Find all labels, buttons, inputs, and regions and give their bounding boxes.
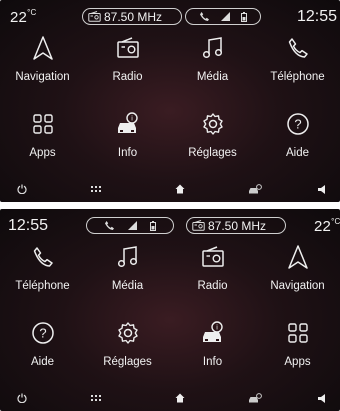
home-icon[interactable]	[168, 389, 192, 407]
outside-temperature: 22°C	[10, 8, 37, 26]
signal-strength-icon	[220, 12, 230, 21]
tile-telephone[interactable]: Téléphone	[0, 237, 85, 305]
app-menu-icon[interactable]	[84, 389, 108, 407]
vehicle-settings-icon[interactable]	[243, 389, 267, 407]
volume-icon[interactable]	[310, 180, 334, 198]
phone-icon	[287, 30, 309, 66]
tile-navigation[interactable]: Navigation	[255, 237, 340, 305]
multimedia-screen-top: 22°C 87.50 MHz 12:55 Navigation Radio Mé…	[0, 0, 340, 202]
battery-icon	[240, 11, 247, 22]
signal-strength-icon	[127, 221, 137, 230]
tile-apps[interactable]: Apps	[0, 104, 85, 172]
tile-navigation[interactable]: Navigation	[0, 28, 85, 96]
volume-icon[interactable]	[310, 389, 334, 407]
help-icon: ?	[31, 315, 55, 351]
multimedia-screen-bottom: 12:55 87.50 MHz 22°C Téléphone Média Rad…	[0, 209, 340, 411]
radio-icon	[116, 30, 140, 66]
phone-status-pill[interactable]	[86, 217, 174, 234]
home-icon[interactable]	[168, 180, 192, 198]
svg-text:?: ?	[294, 117, 301, 132]
svg-text:?: ?	[39, 326, 46, 341]
phone-handset-icon	[199, 11, 210, 22]
app-menu-icon[interactable]	[84, 180, 108, 198]
help-icon: ?	[286, 106, 310, 142]
radio-frequency: 87.50 MHz	[104, 9, 163, 24]
navigation-arrow-icon	[287, 239, 309, 275]
clock: 12:55	[8, 217, 49, 234]
power-icon[interactable]	[10, 180, 34, 198]
radio-frequency-pill[interactable]: 87.50 MHz	[82, 8, 182, 25]
radio-icon	[201, 239, 225, 275]
apps-grid-icon	[32, 106, 54, 142]
tile-media[interactable]: Média	[85, 237, 170, 305]
tile-radio[interactable]: Radio	[85, 28, 170, 96]
power-icon[interactable]	[10, 389, 34, 407]
outside-temperature: 22°C	[314, 217, 340, 235]
music-note-icon	[117, 239, 139, 275]
phone-handset-icon	[104, 220, 115, 231]
tile-aide[interactable]: ? Aide	[255, 104, 340, 172]
car-info-icon: i	[200, 315, 226, 351]
music-note-icon	[202, 30, 224, 66]
app-grid: Navigation Radio Média Téléphone Apps i …	[0, 28, 340, 168]
gear-icon	[116, 315, 140, 351]
tile-telephone[interactable]: Téléphone	[255, 28, 340, 96]
navigation-arrow-icon	[32, 30, 54, 66]
radio-frequency-pill[interactable]: 87.50 MHz	[186, 217, 286, 234]
apps-grid-icon	[287, 315, 309, 351]
tile-apps[interactable]: Apps	[255, 313, 340, 381]
tile-radio[interactable]: Radio	[170, 237, 255, 305]
radio-icon	[88, 11, 101, 22]
tile-reglages[interactable]: Réglages	[170, 104, 255, 172]
gear-icon	[201, 106, 225, 142]
vehicle-settings-icon[interactable]	[243, 180, 267, 198]
bottom-dock	[0, 178, 340, 200]
bottom-dock	[0, 387, 340, 409]
phone-status-pill[interactable]	[185, 8, 261, 25]
radio-frequency: 87.50 MHz	[208, 218, 267, 233]
battery-icon	[150, 220, 157, 231]
tile-aide[interactable]: ? Aide	[0, 313, 85, 381]
car-info-icon: i	[115, 106, 141, 142]
tile-reglages[interactable]: Réglages	[85, 313, 170, 381]
radio-icon	[192, 220, 205, 231]
clock: 12:55	[297, 8, 338, 25]
phone-icon	[32, 239, 54, 275]
tile-info[interactable]: i Info	[85, 104, 170, 172]
app-grid: Téléphone Média Radio Navigation ? Aide …	[0, 237, 340, 377]
tile-info[interactable]: i Info	[170, 313, 255, 381]
tile-media[interactable]: Média	[170, 28, 255, 96]
